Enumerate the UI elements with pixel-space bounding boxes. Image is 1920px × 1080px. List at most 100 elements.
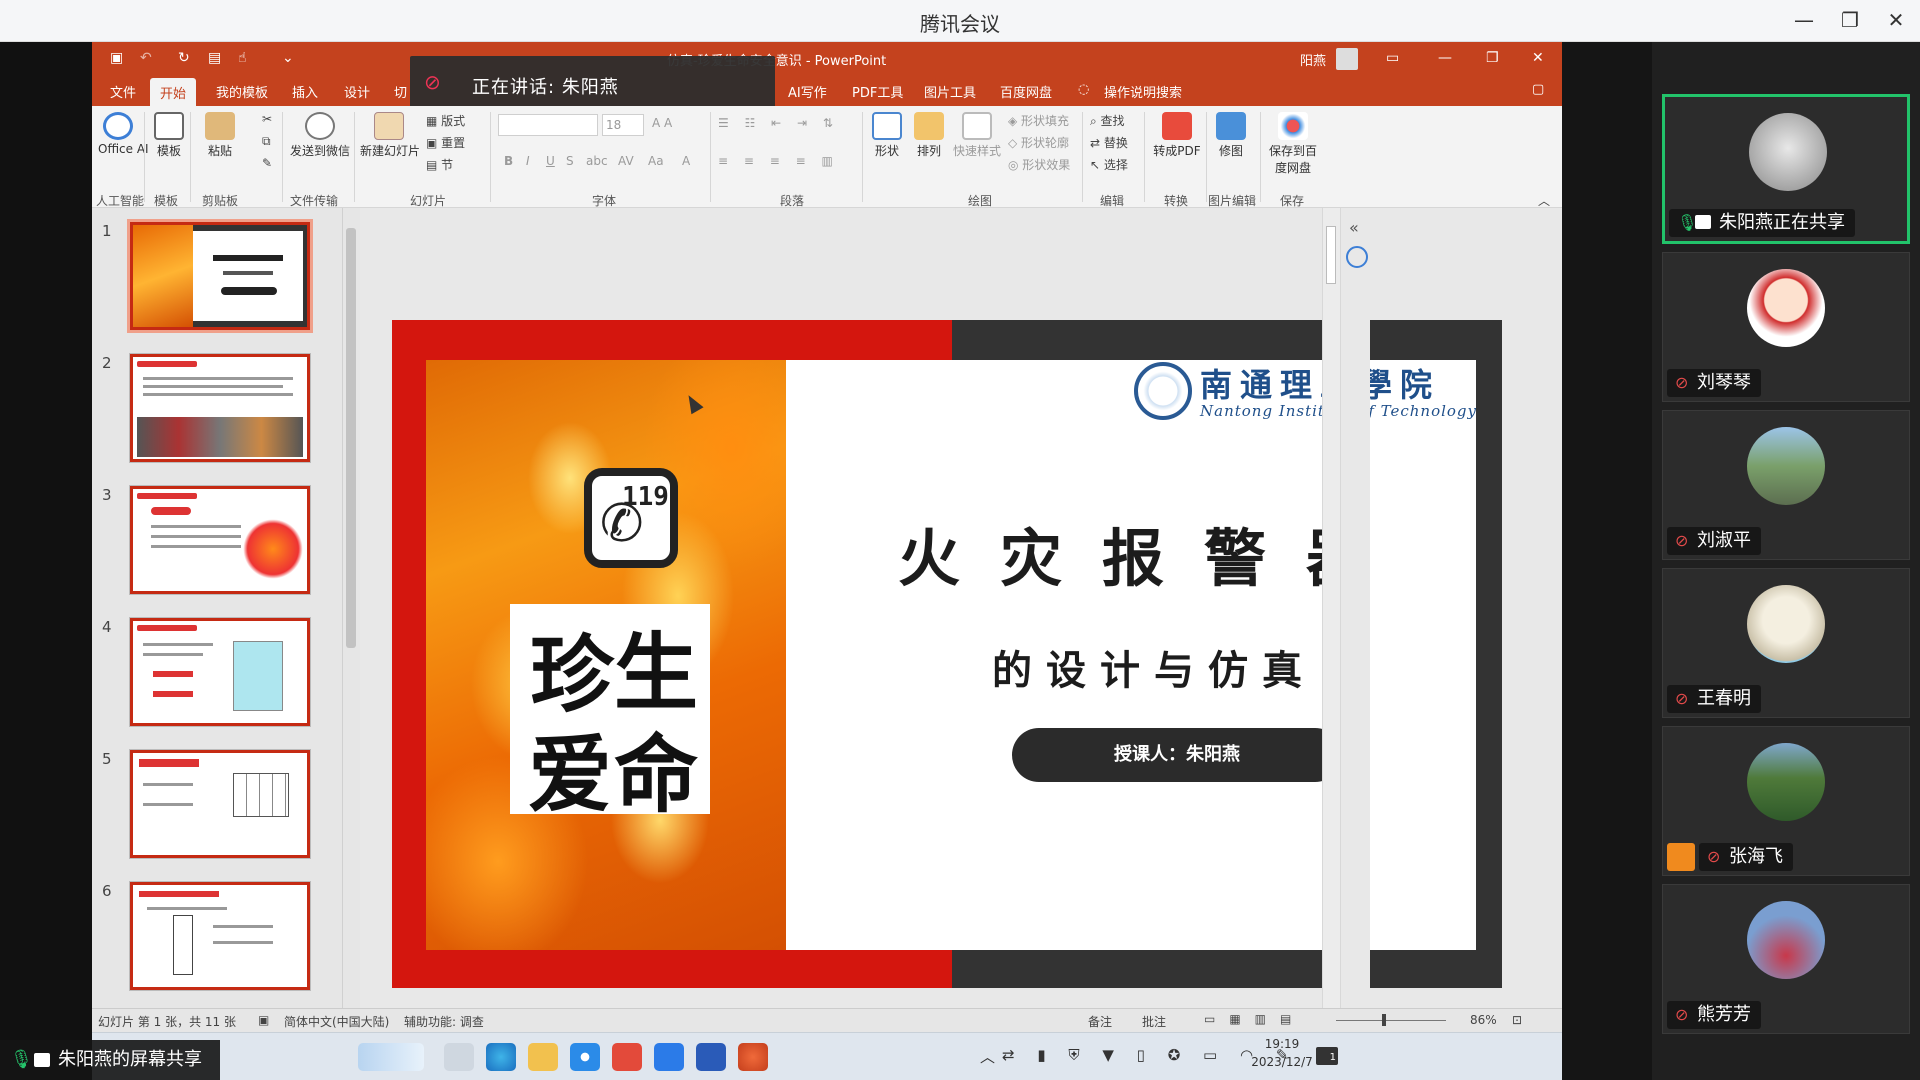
slide-thumb-3[interactable]: [130, 486, 310, 594]
ppt-restore-icon[interactable]: ❐: [1486, 50, 1499, 66]
fit-slide-icon[interactable]: ⊡: [1512, 1013, 1522, 1027]
office-ai-button[interactable]: Office AI: [98, 112, 149, 156]
edit-image-button[interactable]: 修图: [1214, 112, 1248, 159]
tab-transitions[interactable]: 切: [394, 82, 407, 101]
section-button[interactable]: ▤ 节: [426, 156, 453, 173]
ribbon-display-icon[interactable]: ▭: [1386, 50, 1399, 66]
customize-toolbar-icon[interactable]: ⌄: [282, 50, 294, 66]
participant-tile[interactable]: 🎙 朱阳燕正在共享: [1662, 94, 1910, 244]
restore-button[interactable]: ❐: [1830, 4, 1870, 36]
slide-thumb-5[interactable]: [130, 750, 310, 858]
cut-icon[interactable]: ✂: [262, 112, 272, 126]
participant-tile[interactable]: ⊘ 张海飞: [1662, 726, 1910, 876]
powerpoint-icon[interactable]: [738, 1043, 768, 1071]
ai-assistant-icon[interactable]: [1346, 246, 1368, 268]
minimize-button[interactable]: —: [1784, 4, 1824, 36]
templates-button[interactable]: 模板: [154, 112, 184, 159]
close-button[interactable]: ✕: [1876, 4, 1916, 36]
italic-icon[interactable]: I: [526, 154, 530, 168]
language-status[interactable]: 简体中文(中国大陆): [284, 1013, 389, 1030]
tab-my-templates[interactable]: 我的模板: [216, 82, 268, 101]
notification-badge[interactable]: 1: [1316, 1047, 1338, 1065]
replace-button[interactable]: ⇄ 替换: [1090, 134, 1128, 151]
arrange-button[interactable]: 排列: [912, 112, 946, 159]
quick-style-button[interactable]: 快速样式: [952, 112, 1002, 159]
clock-time[interactable]: 19:19: [1252, 1037, 1312, 1051]
file-explorer-icon[interactable]: [528, 1043, 558, 1071]
shape-effect-button[interactable]: ◎ 形状效果: [1008, 156, 1070, 173]
shadow-icon[interactable]: S: [566, 154, 574, 168]
notes-button[interactable]: 备注: [1088, 1013, 1112, 1030]
copy-icon[interactable]: ⧉: [262, 134, 271, 149]
participant-tile[interactable]: ⊘ 刘淑平: [1662, 410, 1910, 560]
select-button[interactable]: ↖ 选择: [1090, 156, 1128, 173]
tab-home[interactable]: 开始: [150, 78, 197, 106]
search-widget-icon[interactable]: [358, 1043, 424, 1071]
font-size-box[interactable]: 18: [602, 114, 644, 136]
underline-icon[interactable]: U: [546, 154, 555, 168]
wps-icon[interactable]: [612, 1043, 642, 1071]
comments-icon[interactable]: ▢: [1532, 82, 1544, 97]
tab-pdf-tools[interactable]: PDF工具: [852, 82, 903, 101]
strikethrough-icon[interactable]: abc: [586, 154, 608, 168]
thumbnail-scroll-thumb[interactable]: [346, 228, 356, 648]
ppt-minimize-icon[interactable]: —: [1438, 50, 1452, 66]
tab-file[interactable]: 文件: [110, 82, 136, 101]
participant-tile[interactable]: ⊘ 熊芳芳: [1662, 884, 1910, 1034]
send-to-wechat-button[interactable]: 发送到微信: [290, 112, 350, 159]
change-case-icon[interactable]: Aa: [648, 154, 664, 168]
tab-ai-writing[interactable]: AI写作: [788, 82, 827, 101]
accessibility-status[interactable]: 辅助功能: 调查: [404, 1013, 484, 1030]
touch-mode-icon[interactable]: ☝: [238, 50, 247, 66]
comments-button[interactable]: 批注: [1142, 1013, 1166, 1030]
ppt-close-icon[interactable]: ✕: [1532, 50, 1544, 66]
char-spacing-icon[interactable]: AV: [618, 154, 634, 168]
increase-font-icon[interactable]: A A: [652, 116, 672, 130]
collapse-ribbon-icon[interactable]: ︿: [1538, 192, 1550, 209]
shape-button[interactable]: 形状: [870, 112, 904, 159]
new-slide-button[interactable]: 新建幻灯片: [360, 112, 420, 159]
participant-tile[interactable]: ⊘ 刘琴琴: [1662, 252, 1910, 402]
tab-image-tools[interactable]: 图片工具: [924, 82, 976, 101]
user-name[interactable]: 阳燕: [1300, 50, 1326, 69]
participant-tile[interactable]: ⊘ 王春明: [1662, 568, 1910, 718]
tab-design[interactable]: 设计: [344, 82, 370, 101]
zoom-level[interactable]: 86%: [1470, 1013, 1497, 1027]
slide-scroll-thumb[interactable]: [1326, 226, 1336, 284]
undo-icon[interactable]: ↶: [140, 50, 152, 66]
align-icons[interactable]: ≡ ≡ ≡ ≡ ▥: [718, 154, 839, 168]
find-button[interactable]: ⌕ 查找: [1090, 112, 1125, 129]
bold-icon[interactable]: B: [504, 154, 513, 168]
tencent-meeting-icon[interactable]: [654, 1043, 684, 1071]
spellcheck-icon[interactable]: ▣: [258, 1013, 269, 1027]
slide-thumb-4[interactable]: [130, 618, 310, 726]
list-icons[interactable]: ☰ ☷ ⇤ ⇥ ⇅: [718, 116, 839, 130]
user-avatar[interactable]: [1336, 48, 1358, 70]
thumbnail-scrollbar[interactable]: [342, 208, 360, 1008]
redo-icon[interactable]: ↻: [178, 50, 190, 66]
tab-insert[interactable]: 插入: [292, 82, 318, 101]
layout-button[interactable]: ▦ 版式: [426, 112, 465, 129]
slide-thumb-2[interactable]: [130, 354, 310, 462]
format-painter-icon[interactable]: ✎: [262, 156, 272, 170]
collapse-panel-icon[interactable]: «: [1349, 218, 1359, 237]
save-to-cloud-button[interactable]: 保存到百度网盘: [1266, 112, 1320, 176]
shape-fill-button[interactable]: ◈ 形状填充: [1008, 112, 1069, 129]
shape-outline-button[interactable]: ◇ 形状轮廓: [1008, 134, 1069, 151]
font-color-icon[interactable]: A: [682, 154, 690, 168]
paste-button[interactable]: 粘贴: [200, 112, 240, 159]
browser-icon[interactable]: [570, 1043, 600, 1071]
slide-thumb-6[interactable]: [130, 882, 310, 990]
zoom-slider[interactable]: [1336, 1020, 1446, 1021]
slide-thumb-1[interactable]: [130, 222, 310, 330]
edge-icon[interactable]: [486, 1043, 516, 1071]
zoom-slider-thumb[interactable]: [1382, 1014, 1386, 1026]
word-icon[interactable]: [696, 1043, 726, 1071]
font-name-box[interactable]: [498, 114, 598, 136]
clock-date[interactable]: 2023/12/7: [1240, 1055, 1324, 1069]
to-pdf-button[interactable]: 转成PDF: [1152, 112, 1202, 159]
tell-me-search[interactable]: 操作说明搜索: [1104, 82, 1182, 101]
save-icon[interactable]: ▣: [110, 50, 123, 66]
view-buttons[interactable]: ▭▦▥▤: [1204, 1012, 1305, 1026]
reset-button[interactable]: ▣ 重置: [426, 134, 465, 151]
